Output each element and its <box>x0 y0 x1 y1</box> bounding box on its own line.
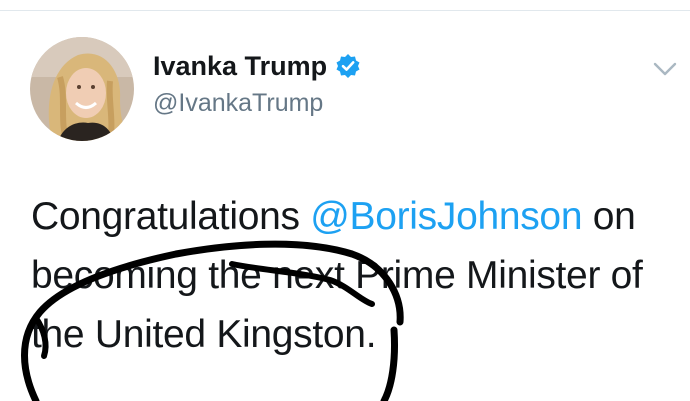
author-handle[interactable]: @IvankaTrump <box>153 87 323 119</box>
tweet-line-3: the United Kingston. <box>31 313 377 356</box>
tweet-text-before-mention: Congratulations <box>31 195 311 238</box>
author-name-text[interactable]: Ivanka Trump <box>153 49 327 83</box>
chevron-down-icon[interactable] <box>650 58 680 80</box>
mention-link[interactable]: @BorisJohnson <box>310 195 582 238</box>
avatar-image <box>30 37 134 141</box>
tweet-text: Congratulations @BorisJohnson on becomin… <box>31 187 681 364</box>
tweet-text-after-mention: on <box>582 195 636 238</box>
tweet-line-2: becoming the next Prime Minister of <box>31 254 643 297</box>
author-name[interactable]: Ivanka Trump <box>153 49 361 83</box>
verified-badge-icon <box>335 53 361 79</box>
tweet-line-1: Congratulations @BorisJohnson on <box>31 187 681 246</box>
avatar[interactable] <box>30 37 134 141</box>
top-divider <box>0 10 690 11</box>
